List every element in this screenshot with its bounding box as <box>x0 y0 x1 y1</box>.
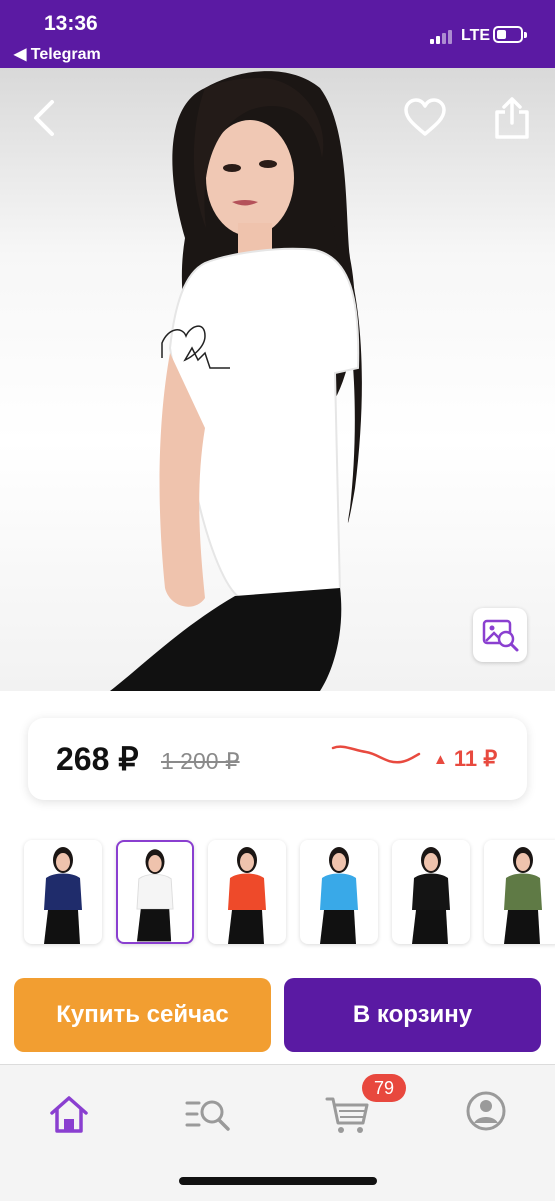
back-chevron-icon[interactable] <box>30 98 60 138</box>
status-bar: 13:36 ◀ Telegram LTE <box>0 0 555 68</box>
model-illustration <box>110 71 362 691</box>
add-to-cart-button[interactable]: В корзину <box>284 978 541 1052</box>
bottom-tab-bar: 79 <box>0 1064 555 1201</box>
home-indicator <box>179 1177 377 1185</box>
buy-now-button[interactable]: Купить сейчас <box>14 978 271 1052</box>
triangle-up-icon: ▲ <box>433 751 448 768</box>
variant-thumbnail-selected[interactable] <box>116 840 194 944</box>
old-price: 1 200 ₽ <box>161 748 240 774</box>
signal-icon <box>430 28 456 44</box>
tab-catalog[interactable] <box>183 1089 233 1139</box>
color-variants <box>0 840 555 948</box>
battery-icon <box>493 26 527 43</box>
price-change[interactable]: ▲ 11 ₽ <box>433 746 497 772</box>
tab-home[interactable] <box>44 1089 94 1139</box>
current-price: 268 ₽ <box>56 741 139 777</box>
price-card: 268 ₽ 1 200 ₽ ▲ 11 ₽ <box>28 718 527 800</box>
back-to-telegram-link[interactable]: ◀ Telegram <box>14 44 101 64</box>
product-image[interactable] <box>0 68 555 691</box>
variant-thumbnail[interactable] <box>484 840 555 944</box>
share-icon[interactable] <box>494 96 530 140</box>
image-search-icon <box>482 619 519 652</box>
variant-thumbnail[interactable] <box>300 840 378 944</box>
price-change-value: 11 ₽ <box>453 746 498 771</box>
home-icon <box>50 1096 88 1133</box>
tab-profile[interactable] <box>461 1089 511 1139</box>
price-trend-sparkline[interactable] <box>331 740 421 774</box>
variant-thumbnail[interactable] <box>392 840 470 944</box>
favorite-heart-icon[interactable] <box>403 98 447 138</box>
visual-search-button[interactable] <box>473 608 527 662</box>
network-type: LTE <box>461 27 491 44</box>
profile-icon <box>466 1091 506 1131</box>
cart-count-badge: 79 <box>362 1074 406 1102</box>
catalog-search-icon <box>185 1100 230 1131</box>
variant-thumbnail[interactable] <box>24 840 102 944</box>
variant-thumbnail[interactable] <box>208 840 286 944</box>
status-time: 13:36 <box>44 12 98 35</box>
